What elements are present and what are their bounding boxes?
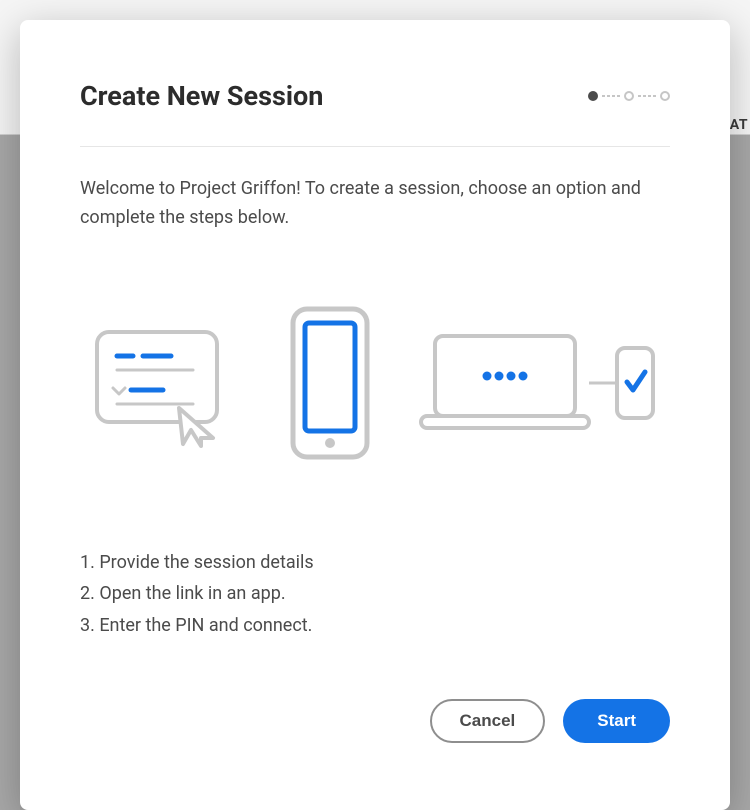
button-row: Cancel Start [80,699,670,743]
welcome-text: Welcome to Project Griffon! To create a … [80,175,670,233]
form-card-icon [93,318,243,452]
step-item-1: 1. Provide the session details [80,547,670,579]
modal-title: Create New Session [80,80,323,112]
steps-list: 1. Provide the session details 2. Open t… [80,547,670,642]
illustration-row [80,303,670,467]
step-item-2: 2. Open the link in an app. [80,578,670,610]
phone-icon [285,303,375,467]
step-dot-1 [588,91,598,101]
laptop-phone-connect-icon [417,328,657,442]
wizard-stepper [588,91,670,101]
step-dot-3 [660,91,670,101]
step-connector-icon [638,95,656,97]
cancel-button[interactable]: Cancel [430,699,546,743]
step-item-3: 3. Enter the PIN and connect. [80,610,670,642]
modal-header: Create New Session [80,80,670,147]
step-connector-icon [602,95,620,97]
start-button[interactable]: Start [563,699,670,743]
create-session-modal: Create New Session Welcome to Project Gr… [20,20,730,810]
step-dot-2 [624,91,634,101]
